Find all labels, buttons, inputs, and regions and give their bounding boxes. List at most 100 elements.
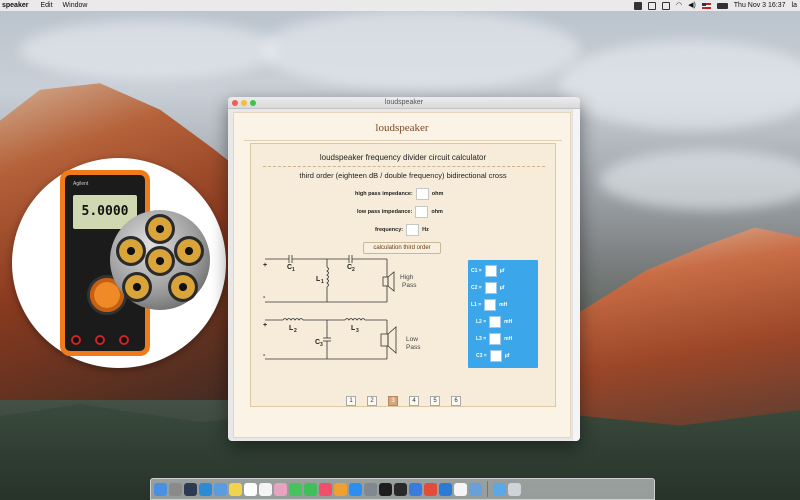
result-l1-unit: mH — [499, 302, 508, 308]
clock[interactable]: Thu Nov 3 16:37 — [734, 0, 786, 11]
trash-icon[interactable] — [508, 482, 521, 496]
frequency-unit: Hz — [422, 227, 429, 233]
user-menu[interactable]: la — [792, 0, 797, 11]
launchpad-icon[interactable] — [169, 482, 182, 496]
page-title: loudspeaker — [375, 122, 429, 134]
high-pass-label: high pass impedance: — [355, 191, 413, 197]
low-pass-label: low pass impedance: — [357, 209, 413, 215]
preview-icon[interactable] — [469, 482, 482, 496]
result-l3-label: L3 = — [476, 336, 487, 342]
app-window: loudspeaker loudspeaker loudspeaker freq… — [228, 97, 580, 441]
result-l2-unit: mH — [504, 319, 513, 325]
page-button-1[interactable]: 1 — [346, 396, 356, 406]
frequency-label: frequency: — [375, 227, 404, 233]
window-title: loudspeaker — [384, 99, 424, 106]
content-area: loudspeaker loudspeaker frequency divide… — [233, 112, 571, 438]
high-pass-caption-2: Pass — [402, 282, 417, 289]
page-button-2[interactable]: 2 — [367, 396, 377, 406]
calendar-icon[interactable] — [244, 482, 257, 496]
facetime-icon[interactable] — [304, 482, 317, 496]
frequency-input[interactable] — [406, 224, 420, 236]
result-c3-field[interactable] — [489, 350, 502, 362]
result-l1-label: L1 = — [471, 302, 482, 308]
xcode-icon[interactable] — [409, 482, 422, 496]
activity-icon[interactable] — [394, 482, 407, 496]
result-l2-label: L2 = — [476, 319, 487, 325]
c3-subscript: 3 — [320, 342, 323, 348]
low-pass-input[interactable] — [415, 206, 429, 218]
folder-icon[interactable] — [493, 482, 506, 496]
finder-icon[interactable] — [154, 482, 167, 496]
page-button-6[interactable]: 6 — [451, 396, 461, 406]
zoom-button[interactable] — [250, 100, 256, 106]
window-menu[interactable]: Window — [63, 0, 88, 11]
volume-icon[interactable]: ◀) — [688, 0, 696, 11]
high-pass-input[interactable] — [415, 188, 429, 200]
low-pass-unit: ohm — [431, 209, 443, 215]
preferences-icon[interactable] — [364, 482, 377, 496]
photos-icon[interactable] — [274, 482, 287, 496]
vscode-icon[interactable] — [439, 482, 452, 496]
result-l2-field[interactable] — [489, 316, 502, 328]
page-button-4[interactable]: 4 — [409, 396, 419, 406]
meter-jack — [95, 335, 105, 345]
crossover-circuit-diagram: + - C 1 C 2 L 1 + - L 2 L 3 C 3 High Pas… — [263, 255, 421, 360]
result-c2-label: C2 = — [471, 285, 482, 291]
input-source-icon[interactable] — [701, 2, 711, 9]
notes-icon[interactable] — [229, 482, 242, 496]
calculator-panel: loudspeaker frequency divider circuit ca… — [250, 143, 556, 407]
meter-brand: Agilent — [73, 181, 89, 187]
edit-menu[interactable]: Edit — [40, 0, 52, 11]
battery-icon[interactable] — [716, 2, 728, 9]
mail-icon[interactable] — [214, 482, 227, 496]
c2-subscript: 2 — [352, 267, 355, 273]
result-c3-unit: μf — [504, 353, 510, 359]
app-menu[interactable]: speaker — [2, 0, 28, 11]
music-icon[interactable] — [319, 482, 332, 496]
result-l2: L2 = mH — [476, 316, 512, 328]
timemachine-icon[interactable] — [661, 1, 670, 10]
c1-subscript: 1 — [292, 267, 295, 273]
minimize-button[interactable] — [241, 100, 247, 106]
textedit-icon[interactable] — [454, 482, 467, 496]
divider — [263, 166, 545, 167]
safari-icon[interactable] — [199, 482, 212, 496]
page-button-5[interactable]: 5 — [430, 396, 440, 406]
terminal-icon[interactable] — [379, 482, 392, 496]
result-l3-field[interactable] — [489, 333, 502, 345]
calculate-button[interactable]: calculation third order — [363, 242, 441, 254]
result-c2-field[interactable] — [484, 282, 497, 294]
title-bar[interactable]: loudspeaker — [228, 97, 580, 109]
calculator-title: loudspeaker frequency divider circuit ca… — [319, 153, 487, 162]
result-l1-field[interactable] — [484, 299, 497, 311]
close-button[interactable] — [232, 100, 238, 106]
mission-control-icon[interactable] — [184, 482, 197, 496]
page-button-3[interactable]: 3 — [388, 396, 398, 406]
low-minus-label: - — [263, 352, 266, 359]
scrollbar[interactable] — [572, 109, 580, 441]
result-c1: C1 = μf — [471, 265, 504, 277]
speaker-sphere-icon — [110, 210, 210, 310]
reminders-icon[interactable] — [259, 482, 272, 496]
l1-subscript: 1 — [321, 279, 324, 285]
high-minus-label: - — [263, 294, 266, 301]
low-pass-row: low pass impedance: ohm — [357, 206, 443, 218]
books-icon[interactable] — [334, 482, 347, 496]
results-panel: C1 = μf C2 = μf L1 = mH L2 = mH L3 = mH … — [468, 260, 538, 368]
screen-icon[interactable] — [647, 1, 656, 10]
dock-separator — [487, 481, 488, 497]
low-pass-caption-2: Pass — [406, 344, 421, 351]
result-c1-field[interactable] — [484, 265, 497, 277]
result-c1-label: C1 = — [471, 268, 482, 274]
status-icon[interactable] — [633, 1, 642, 10]
dock — [150, 478, 655, 500]
high-plus-label: + — [263, 262, 267, 269]
appstore-icon[interactable] — [349, 482, 362, 496]
chrome-icon[interactable] — [424, 482, 437, 496]
high-pass-caption: High — [400, 274, 414, 281]
result-l1: L1 = mH — [471, 299, 507, 311]
messages-icon[interactable] — [289, 482, 302, 496]
wifi-icon[interactable]: ◠ — [676, 0, 682, 11]
pagination: 1 2 3 4 5 6 — [346, 396, 461, 406]
app-icon-artwork: Agilent 5.0000 — [12, 158, 226, 368]
